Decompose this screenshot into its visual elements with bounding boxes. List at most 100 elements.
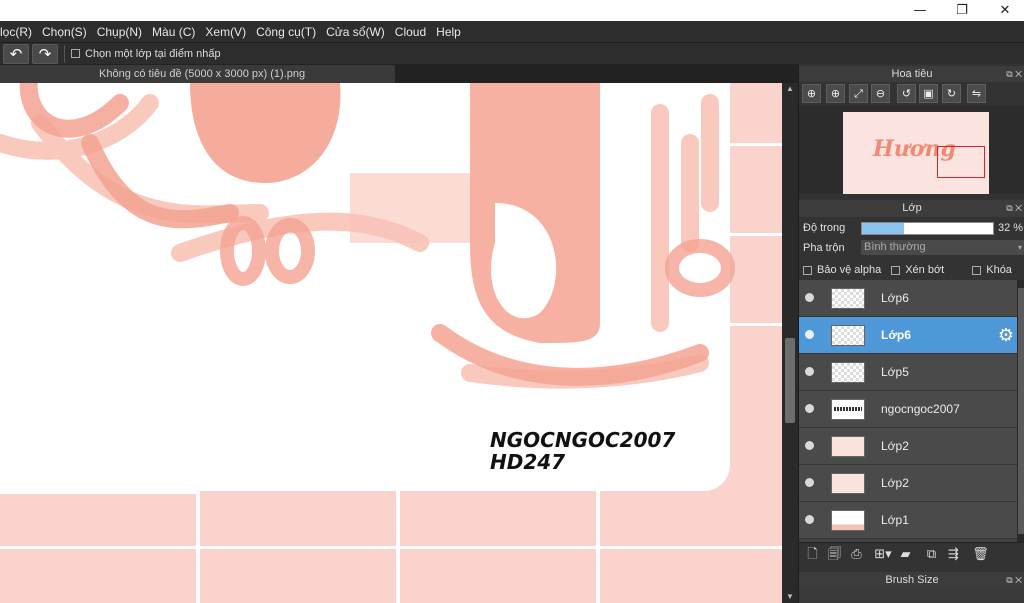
redo-icon[interactable]: ↷ [32, 43, 58, 64]
watermark-line-2: HD247 [490, 450, 565, 474]
pick-layer-option[interactable]: Chọn một lớp tại điểm nhấp [71, 48, 221, 60]
layer-row[interactable]: Lớp1 [799, 502, 1017, 539]
folder-icon[interactable]: ▰ [897, 546, 914, 563]
trash-icon[interactable]: 🗑 [972, 546, 989, 563]
rotate-left-icon[interactable]: ↺ [897, 84, 916, 103]
visibility-icon[interactable] [805, 441, 814, 450]
layer-row[interactable]: ngocngoc2007 [799, 391, 1017, 428]
menu-view[interactable]: Xem(V) [200, 25, 251, 39]
protect-alpha-checkbox[interactable] [803, 265, 812, 275]
flip-horizontal-icon[interactable]: ⇋ [967, 84, 986, 103]
merge-layer-icon[interactable]: ⇶ [945, 546, 962, 563]
blend-label: Pha trộn [803, 242, 845, 254]
clipping-label: Xén bớt [905, 264, 945, 276]
opacity-label: Độ trong [803, 222, 846, 234]
undo-icon[interactable]: ↶ [3, 43, 29, 64]
layer-list-scrollbar[interactable] [1017, 280, 1024, 542]
layer-row[interactable]: Lớp6 [799, 280, 1017, 317]
navigator-tools: ⊕ ⊕ ⤢ ⊖ ↺ ▣ ↻ ⇋ [799, 82, 1024, 106]
layer-name: Lớp2 [881, 439, 909, 453]
layer-name: Lớp6 [881, 291, 909, 305]
zoom-in-alt-icon[interactable]: ⊕ [826, 84, 845, 103]
minimize-button[interactable]: — [898, 0, 942, 21]
brush-size-presets[interactable] [799, 589, 1024, 603]
layers-header: Lớp ⧉ ✕ [799, 200, 1024, 217]
brush-size-title: Brush Size [885, 574, 939, 586]
menu-filter[interactable]: lọc(R) [0, 25, 37, 39]
scroll-up-icon[interactable]: ▲ [782, 83, 798, 95]
lock-checkbox[interactable] [972, 265, 982, 275]
menu-capture[interactable]: Chụp(N) [92, 25, 147, 39]
layers-title: Lớp [902, 202, 922, 214]
chevron-down-icon: ▾ [1017, 243, 1022, 252]
menu-bar: lọc(R) Chọn(S) Chụp(N) Màu (C) Xem(V) Cô… [0, 21, 1024, 42]
visibility-icon[interactable] [805, 404, 814, 413]
menu-select[interactable]: Chọn(S) [37, 25, 92, 39]
add-layer-menu-icon[interactable]: ⊞▾ [871, 546, 895, 563]
menu-window[interactable]: Cửa sổ(W) [321, 25, 390, 39]
layer-list: Lớp6 Lớp6 ⚙ Lớp5 ngocngoc2007 Lớp2 Lớp2 … [799, 280, 1017, 542]
viewport-indicator[interactable] [937, 146, 985, 178]
text-thumbnail-mark [834, 407, 862, 411]
layer-row[interactable]: Lớp2 [799, 465, 1017, 502]
rotate-right-icon[interactable]: ↻ [942, 84, 961, 103]
scroll-down-icon[interactable]: ▼ [782, 591, 798, 603]
visibility-icon[interactable] [805, 367, 814, 376]
visibility-icon[interactable] [805, 515, 814, 524]
right-panel: Hoa tiêu ⧉ ✕ ⊕ ⊕ ⤢ ⊖ ↺ ▣ ↻ ⇋ Hương Lớp ⧉… [798, 64, 1024, 603]
fit-screen-icon[interactable]: ⤢ [849, 84, 868, 103]
duplicate-layer-icon[interactable]: ⧉ [923, 546, 940, 563]
blend-row: Pha trộn Bình thường ▾ [799, 238, 1024, 258]
visibility-icon[interactable] [805, 330, 814, 339]
layer-scroll-thumb[interactable] [1018, 288, 1024, 534]
layer-row[interactable]: Lớp2 [799, 428, 1017, 465]
clipping-checkbox[interactable] [891, 265, 901, 275]
opacity-slider[interactable] [861, 222, 994, 235]
drawing-canvas[interactable]: NGOCNGOC2007 HD247 [0, 83, 782, 603]
navigator-preview[interactable]: Hương [799, 106, 1024, 194]
scroll-thumb[interactable] [785, 338, 795, 423]
menu-help[interactable]: Help [431, 25, 466, 39]
watermark-line-1: NGOCNGOC2007 [490, 428, 675, 452]
zoom-in-icon[interactable]: ⊕ [802, 84, 821, 103]
document-tab[interactable]: Không có tiêu đề (5000 x 3000 px) (1).pn… [0, 65, 395, 83]
new-layer-copy-icon[interactable]: 🗐 [826, 546, 843, 563]
layer-name: ngocngoc2007 [881, 402, 960, 416]
layer-tools: 🗋 🗐 ⎙ ⊞▾ ▰ ⧉ ⇶ 🗑 [799, 542, 1024, 566]
layer-thumbnail [831, 399, 865, 420]
layer-name: Lớp6 [881, 328, 911, 342]
zoom-out-icon[interactable]: ⊖ [871, 84, 890, 103]
canvas-artwork: NGOCNGOC2007 HD247 [0, 83, 782, 603]
panel-close-icon[interactable]: ⧉ ✕ [1006, 66, 1022, 83]
visibility-icon[interactable] [805, 293, 814, 302]
pick-layer-checkbox[interactable] [71, 49, 80, 58]
close-button[interactable]: ✕ [983, 0, 1024, 21]
new-layer-icon[interactable]: 🗋 [804, 546, 821, 563]
gear-icon[interactable]: ⚙ [998, 325, 1014, 346]
blend-mode-value: Bình thường [864, 241, 926, 253]
protect-alpha-label: Bảo vệ alpha [817, 264, 882, 276]
lock-label: Khóa [986, 264, 1012, 276]
menu-tools[interactable]: Công cụ(T) [251, 25, 321, 39]
layer-options-row: Bảo vệ alpha Xén bớt Khóa [799, 260, 1024, 280]
restore-button[interactable]: ❐ [940, 0, 984, 21]
layer-name: Lớp5 [881, 365, 909, 379]
visibility-icon[interactable] [805, 478, 814, 487]
import-layer-icon[interactable]: ⎙ [848, 546, 865, 563]
actual-size-icon[interactable]: ▣ [919, 84, 938, 103]
layer-row-selected[interactable]: Lớp6 ⚙ [799, 317, 1017, 354]
layer-name: Lớp2 [881, 476, 909, 490]
blend-mode-select[interactable]: Bình thường ▾ [861, 240, 1024, 255]
toolbar: ↶ ↷ Chọn một lớp tại điểm nhấp [0, 42, 1024, 64]
navigator-title: Hoa tiêu [891, 68, 933, 80]
canvas-scrollbar[interactable]: ▲ ▼ [782, 83, 798, 603]
layers-panel-close-icon[interactable]: ⧉ ✕ [1006, 200, 1022, 217]
layer-thumbnail [831, 510, 865, 531]
menu-color[interactable]: Màu (C) [147, 25, 200, 39]
layer-row[interactable]: Lớp5 [799, 354, 1017, 391]
opacity-value: 32 % [998, 222, 1024, 234]
menu-cloud[interactable]: Cloud [390, 25, 431, 39]
layer-thumbnail [831, 362, 865, 383]
brush-panel-close-icon[interactable]: ⧉ ✕ [1006, 572, 1022, 589]
layer-thumbnail [831, 473, 865, 494]
